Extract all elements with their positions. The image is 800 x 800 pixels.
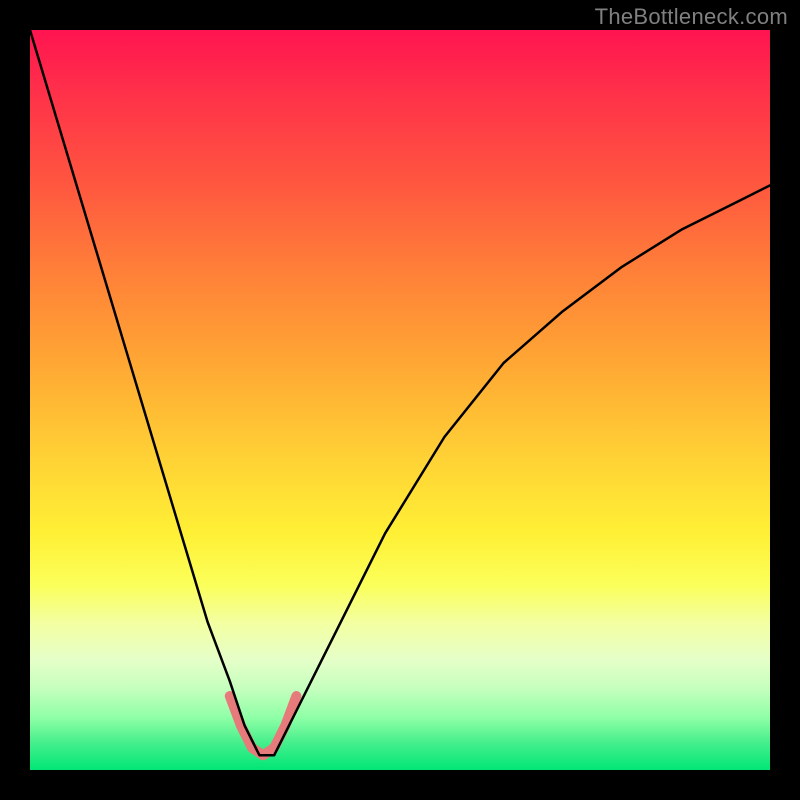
curve-svg bbox=[30, 30, 770, 770]
watermark-text: TheBottleneck.com bbox=[595, 4, 788, 30]
plot-area bbox=[30, 30, 770, 770]
bottleneck-curve-path bbox=[30, 30, 770, 755]
dip-highlight-path bbox=[230, 696, 297, 755]
chart-frame: TheBottleneck.com bbox=[0, 0, 800, 800]
